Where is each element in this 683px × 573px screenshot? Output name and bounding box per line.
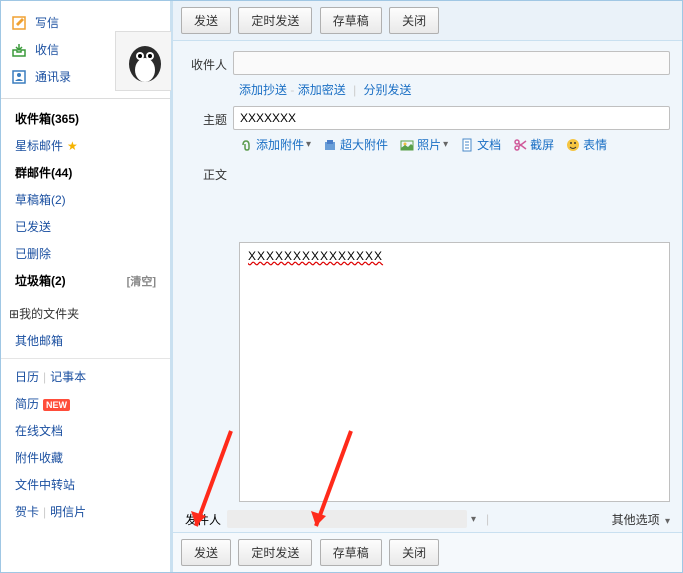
sender-select[interactable] xyxy=(227,510,467,528)
plus-icon: ⊞ xyxy=(9,307,19,321)
add-attachment-button[interactable]: 添加附件▾ xyxy=(239,136,311,153)
close-button-bottom[interactable]: 关闭 xyxy=(389,539,439,566)
star-icon: ★ xyxy=(67,139,78,153)
sidebar-item-resume[interactable]: 简历NEW xyxy=(1,390,170,417)
smiley-icon xyxy=(566,138,580,152)
other-options-link[interactable]: 其他选项 ▾ xyxy=(612,513,670,527)
clear-spam-link[interactable]: [清空] xyxy=(127,273,156,289)
sidebar-item-sent[interactable]: 已发送 xyxy=(1,213,170,240)
sidebar-item-cards[interactable]: 贺卡|明信片 xyxy=(1,498,170,525)
body-label: 正文 xyxy=(185,161,233,262)
sidebar: 写信 收信 通讯录 收件箱(365) 星标邮件★ 群邮件(44) 草 xyxy=(1,1,171,572)
inbox-icon xyxy=(11,42,27,58)
docs-button[interactable]: 文档 xyxy=(460,136,501,153)
body-editor[interactable]: XXXXXXXXXXXXXXX xyxy=(239,242,670,502)
sidebar-item-other-mailbox[interactable]: 其他邮箱 xyxy=(1,327,170,354)
add-bcc-link[interactable]: 添加密送 xyxy=(298,83,346,97)
screenshot-button[interactable]: 截屏 xyxy=(513,136,554,153)
send-button[interactable]: 发送 xyxy=(181,7,231,34)
close-button[interactable]: 关闭 xyxy=(389,7,439,34)
photo-icon xyxy=(400,138,414,152)
save-draft-button-bottom[interactable]: 存草稿 xyxy=(320,539,382,566)
scissors-icon xyxy=(513,138,527,152)
subject-input[interactable] xyxy=(233,106,670,130)
sidebar-item-drafts[interactable]: 草稿箱(2) xyxy=(1,186,170,213)
contacts-icon xyxy=(11,69,27,85)
sidebar-item-group[interactable]: 群邮件(44) xyxy=(1,159,170,186)
sidebar-item-online-docs[interactable]: 在线文档 xyxy=(1,417,170,444)
sender-label: 发件人 xyxy=(185,511,221,528)
chevron-down-icon: ▾ xyxy=(443,139,448,150)
save-draft-button[interactable]: 存草稿 xyxy=(320,7,382,34)
avatar-placeholder xyxy=(115,31,175,91)
sidebar-item-starred[interactable]: 星标邮件★ xyxy=(1,132,170,159)
attachment-toolbar: 添加附件▾ 超大附件 照片▾ 文档 xyxy=(239,136,670,153)
receive-label: 收信 xyxy=(35,41,59,58)
document-icon xyxy=(460,138,474,152)
send-separate-link[interactable]: 分别发送 xyxy=(364,83,412,97)
my-folders-toggle[interactable]: ⊞我的文件夹 xyxy=(1,300,170,327)
paperclip-icon xyxy=(239,138,253,152)
chevron-down-icon: ▾ xyxy=(306,139,311,150)
subject-label: 主题 xyxy=(185,106,233,128)
compose-label: 写信 xyxy=(35,14,59,31)
body-text: XXXXXXXXXXXXXXX xyxy=(248,249,383,263)
sidebar-item-attachments[interactable]: 附件收藏 xyxy=(1,444,170,471)
add-cc-link[interactable]: 添加抄送 xyxy=(239,83,287,97)
sidebar-item-spam[interactable]: 垃圾箱(2)[清空] xyxy=(1,267,170,294)
top-toolbar: 发送 定时发送 存草稿 关闭 xyxy=(173,1,682,41)
sidebar-item-inbox[interactable]: 收件箱(365) xyxy=(1,105,170,132)
compose-icon xyxy=(11,15,27,31)
chevron-down-icon: ▾ xyxy=(665,516,670,527)
contacts-label: 通讯录 xyxy=(35,68,71,85)
sidebar-item-deleted[interactable]: 已删除 xyxy=(1,240,170,267)
to-label: 收件人 xyxy=(185,51,233,73)
timed-send-button[interactable]: 定时发送 xyxy=(238,7,312,34)
chevron-down-icon: ▾ xyxy=(471,514,476,525)
big-attachment-button[interactable]: 超大附件 xyxy=(323,136,388,153)
sidebar-item-calendar[interactable]: 日历|记事本 xyxy=(1,363,170,390)
timed-send-button-bottom[interactable]: 定时发送 xyxy=(238,539,312,566)
new-badge: NEW xyxy=(43,399,70,411)
photo-button[interactable]: 照片▾ xyxy=(400,136,448,153)
main-panel: 发送 定时发送 存草稿 关闭 收件人 添加抄送 - 添加密送 | 分别发送 xyxy=(171,1,682,572)
bottom-toolbar: 发送 定时发送 存草稿 关闭 xyxy=(173,532,682,572)
big-attachment-icon xyxy=(323,138,337,152)
sidebar-item-file-station[interactable]: 文件中转站 xyxy=(1,471,170,498)
emoji-button[interactable]: 表情 xyxy=(566,136,607,153)
send-button-bottom[interactable]: 发送 xyxy=(181,539,231,566)
recipient-input[interactable] xyxy=(233,51,670,75)
